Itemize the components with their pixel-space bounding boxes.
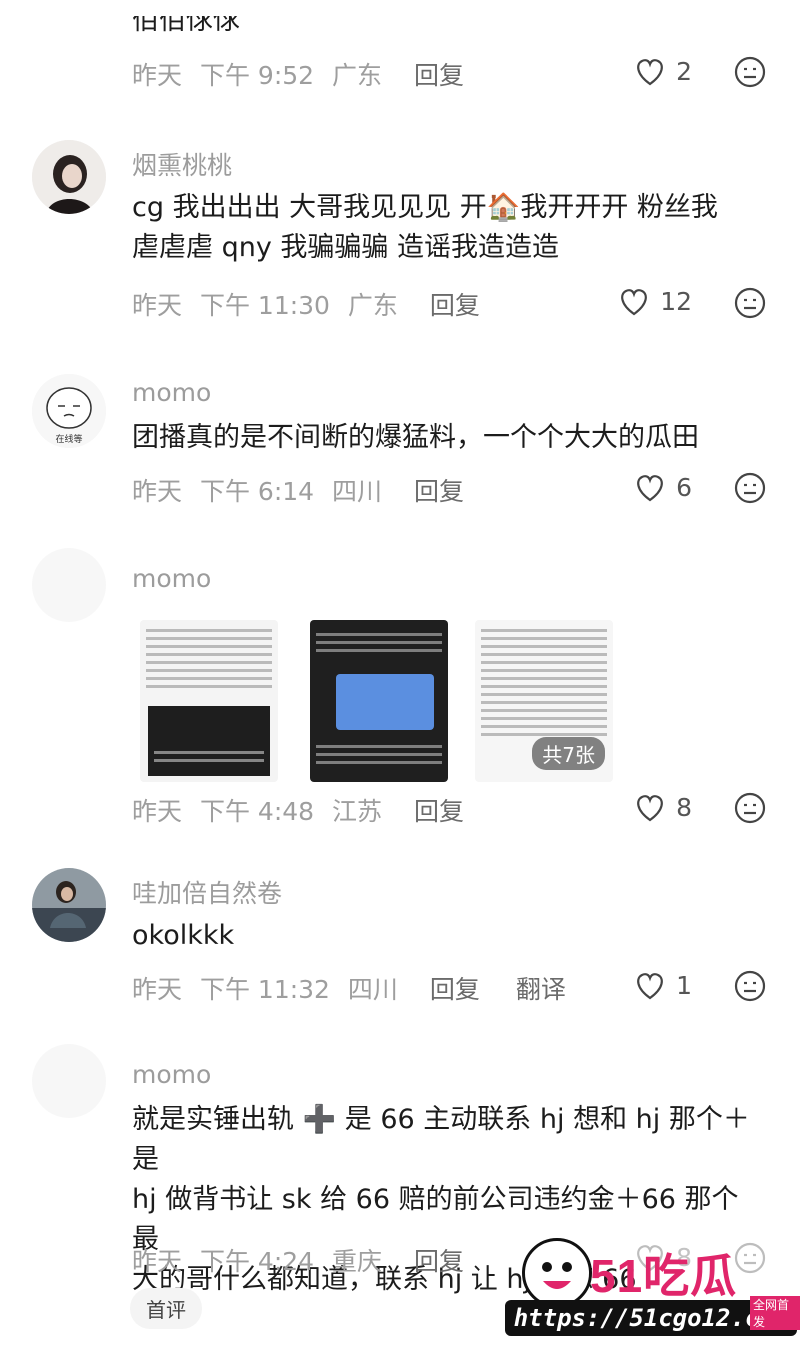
comment-time: 下午 6:14 (199, 477, 315, 506)
like-count: 6 (676, 472, 692, 502)
username[interactable]: momo (132, 564, 211, 593)
watermark-logo: 51吃瓜 (590, 1250, 738, 1302)
reply-button[interactable]: 回复 (414, 797, 464, 826)
comment-image-1[interactable] (140, 620, 278, 782)
like-button[interactable]: 1 (634, 970, 692, 1000)
avatar[interactable] (32, 868, 106, 942)
translate-button[interactable]: 翻译 (516, 975, 566, 1004)
username[interactable]: 哇加倍自然卷 (132, 874, 282, 910)
avatar[interactable]: 在线等 (32, 374, 106, 448)
comment-meta: 昨天 下午 9:52 广东 回复 (132, 56, 474, 92)
comment-time: 下午 11:32 (199, 975, 330, 1004)
like-button[interactable]: 2 (634, 56, 692, 86)
first-comment-chip[interactable]: 首评 (130, 1288, 202, 1329)
comment-time: 下午 11:30 (199, 291, 330, 320)
avatar[interactable] (32, 1044, 106, 1118)
comment-date: 昨天 (132, 975, 183, 1004)
watermark-tag: 全网首发 (750, 1296, 800, 1330)
dislike-face-icon[interactable] (734, 1242, 766, 1274)
avatar-caption: 在线等 (55, 433, 82, 445)
username[interactable]: momo (132, 378, 211, 407)
like-count: 2 (676, 56, 692, 86)
comment-location: 四川 (332, 477, 383, 506)
comment-meta: 昨天 下午 11:32 四川 回复 翻译 (132, 970, 576, 1006)
comment-meta: 昨天 下午 6:14 四川 回复 (132, 472, 474, 508)
username[interactable]: momo (132, 1060, 211, 1089)
reply-button[interactable]: 回复 (430, 975, 480, 1004)
comment-location: 广东 (347, 291, 398, 320)
comment-time: 下午 9:52 (199, 61, 315, 90)
reply-button[interactable]: 回复 (430, 291, 480, 320)
like-button[interactable]: 6 (634, 472, 692, 502)
like-count: 12 (660, 286, 692, 316)
heart-icon (637, 973, 663, 1000)
comment-location: 江苏 (332, 797, 383, 826)
heart-icon (637, 795, 663, 822)
comment-date: 昨天 (132, 477, 183, 506)
heart-icon (621, 289, 648, 316)
comment-location: 广东 (332, 61, 383, 90)
heart-icon (637, 59, 663, 86)
comment-text: 团播真的是不间断的爆猛料，一个个大大的瓜田 (132, 422, 699, 453)
dislike-face-icon[interactable] (734, 792, 766, 824)
comment-meta: 昨天 下午 4:24 重庆 回复 (132, 1242, 474, 1278)
like-count: 1 (676, 970, 692, 1000)
comment-date: 昨天 (132, 797, 183, 826)
like-button[interactable]: 12 (618, 286, 692, 316)
comment-meta: 昨天 下午 11:30 广东 回复 (132, 286, 490, 322)
dislike-face-icon[interactable] (734, 287, 766, 319)
like-button[interactable]: 8 (634, 792, 692, 822)
like-count: 8 (676, 792, 692, 822)
avatar[interactable] (32, 548, 106, 622)
comment-time: 下午 4:48 (199, 797, 315, 826)
comment-image-3[interactable]: 共7张 (475, 620, 613, 782)
image-count-badge: 共7张 (532, 737, 605, 770)
comment-date: 昨天 (132, 61, 183, 90)
avatar[interactable] (32, 140, 106, 214)
comment-location: 四川 (347, 975, 398, 1004)
reply-button[interactable]: 回复 (414, 477, 464, 506)
comment-date: 昨天 (132, 1247, 183, 1276)
reply-button[interactable]: 回复 (414, 61, 464, 90)
mascot-icon (522, 1238, 592, 1308)
dislike-face-icon[interactable] (734, 970, 766, 1002)
comment-text: cg 我出出出 大哥我见见见 开🏠我开开开 粉丝我 虐虐虐 qny 我骗骗骗 造… (132, 192, 718, 263)
comment-time: 下午 4:24 (199, 1247, 315, 1276)
reply-button[interactable]: 回复 (414, 1247, 464, 1276)
comment-date: 昨天 (132, 291, 183, 320)
heart-icon (637, 475, 663, 502)
comment-text: okolkkk (132, 920, 235, 951)
dislike-face-icon[interactable] (734, 56, 766, 88)
username[interactable]: 烟熏桃桃 (132, 146, 232, 182)
comment-location: 重庆 (332, 1247, 383, 1276)
dislike-face-icon[interactable] (734, 472, 766, 504)
comment-image-2[interactable] (310, 620, 448, 782)
comment-meta: 昨天 下午 4:48 江苏 回复 (132, 792, 474, 828)
cut-off-comment-text: 佰佰俅俅 (132, 8, 240, 34)
